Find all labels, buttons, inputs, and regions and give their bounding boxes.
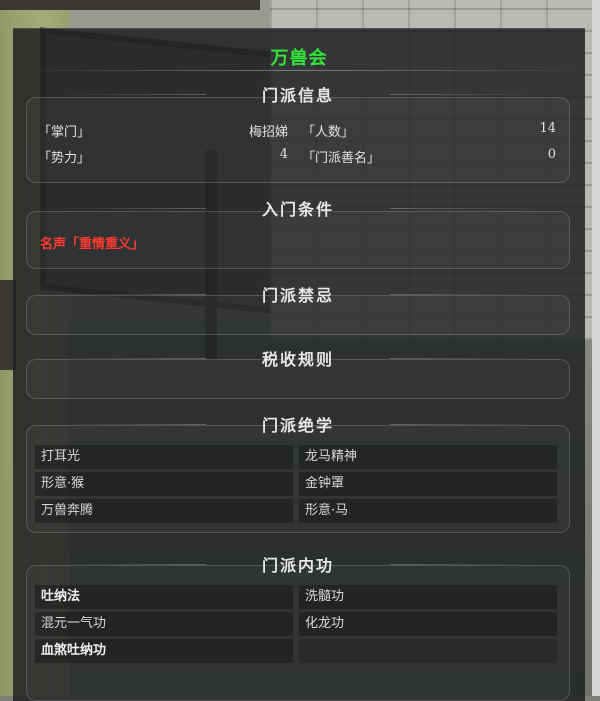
skill-item[interactable]: 形意·马: [299, 499, 557, 523]
inner-art-item[interactable]: 洗髓功: [299, 585, 557, 609]
section-inner-arts: 门派内功 吐纳法 洗髓功 混元一气功 化龙功 血煞吐纳功: [26, 549, 570, 701]
power-value: 4: [279, 147, 288, 162]
section-sect-taboo: 门派禁忌: [26, 279, 570, 337]
section-tax-rules: 税收规则: [26, 343, 570, 401]
members-value: 14: [539, 121, 556, 136]
skill-item[interactable]: 打耳光: [35, 445, 293, 469]
sect-name-title: 万兽会: [270, 48, 328, 69]
scrollbar[interactable]: [592, 0, 600, 696]
reputation-label: 「门派善名」: [302, 151, 381, 166]
inner-art-item[interactable]: 混元一气功: [35, 612, 293, 636]
sect-info-panel: 万兽会 门派信息 「掌门」 梅招娣 「人数」 14 「势力」 4 「门派善名」 …: [13, 28, 585, 701]
inner-art-empty-slot: [299, 639, 557, 663]
skill-item[interactable]: 龙马精神: [299, 445, 557, 469]
section-entry-requirements: 入门条件 名声「重情重义」: [26, 191, 570, 271]
inner-art-item[interactable]: 吐纳法: [35, 585, 293, 609]
section-sect-info: 门派信息 「掌门」 梅招娣 「人数」 14 「势力」 4 「门派善名」 0: [26, 77, 570, 187]
inner-art-item[interactable]: 血煞吐纳功: [35, 639, 293, 663]
reputation-value: 0: [547, 147, 556, 162]
power-label: 「势力」: [38, 151, 91, 166]
entry-requirement: 名声「重情重义」: [40, 237, 145, 252]
skill-item[interactable]: 形意·猴: [35, 472, 293, 496]
info-row-2: 「势力」 4 「门派善名」 0: [38, 147, 558, 167]
leader-label: 「掌门」: [38, 125, 91, 140]
inner-art-item[interactable]: 化龙功: [299, 612, 557, 636]
leader-value: 梅招娣: [248, 125, 288, 140]
members-label: 「人数」: [302, 125, 355, 140]
title-divider: [13, 70, 585, 71]
skill-item[interactable]: 金钟罩: [299, 472, 557, 496]
section-sect-skills: 门派绝学 打耳光 龙马精神 形意·猴 金钟罩 万兽奔腾 形意·马: [26, 409, 570, 535]
skill-item[interactable]: 万兽奔腾: [35, 499, 293, 523]
info-row-1: 「掌门」 梅招娣 「人数」 14: [38, 121, 558, 141]
